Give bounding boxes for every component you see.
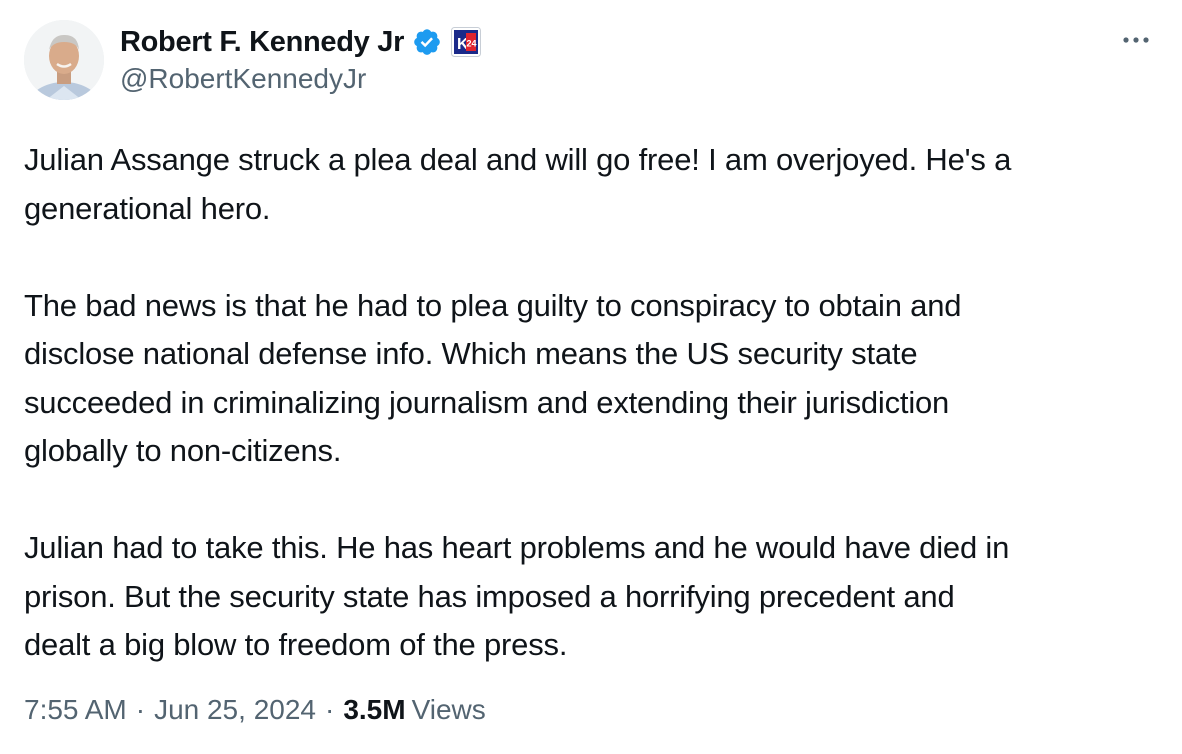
tweet-line: The bad news is that he had to plea guil… [24,287,962,323]
views-label: Views [411,694,486,725]
meta-separator: · [324,694,335,725]
tweet-text: Julian Assange struck a plea deal and wi… [24,136,1164,670]
author-handle[interactable]: @RobertKennedyJr [120,63,366,95]
tweet-paragraph: The bad news is that he had to plea guil… [24,282,1164,476]
views-count: 3.5M [343,694,406,725]
affiliation-badge-icon[interactable]: K 24 [451,27,482,57]
svg-text:24: 24 [467,39,477,49]
tweet-paragraph: Julian Assange struck a plea deal and wi… [24,136,1164,233]
avatar-image [24,20,104,100]
tweet-line: globally to non-citizens. [24,433,342,468]
tweet-line: disclose national defense info. Which me… [24,336,918,371]
meta-separator: · [135,694,146,725]
tweet-card: Robert F. Kennedy Jr K 24 @RobertKennedy… [0,0,1182,754]
more-horizontal-icon [1123,37,1149,43]
verified-badge-icon[interactable] [412,27,442,57]
tweet-line: Julian had to take this. He has heart pr… [24,530,1010,565]
tweet-time[interactable]: 7:55 AM [24,694,127,726]
tweet-line: prison. But the security state has impos… [24,578,955,614]
tweet-meta: 7:55 AM · Jun 25, 2024 · 3.5M Views [24,694,486,726]
more-options-button[interactable] [1116,24,1156,56]
avatar[interactable] [24,20,104,100]
tweet-line: Julian Assange struck a plea deal and wi… [24,142,1012,177]
tweet-date[interactable]: Jun 25, 2024 [154,694,316,726]
tweet-line: dealt a big blow to freedom of the press… [24,627,568,662]
author-name-row: Robert F. Kennedy Jr K 24 [120,22,482,62]
author-display-name[interactable]: Robert F. Kennedy Jr [120,26,404,59]
tweet-line: generational hero. [24,190,271,226]
tweet-line: succeeded in criminalizing journalism an… [24,384,950,420]
tweet-paragraph: Julian had to take this. He has heart pr… [24,524,1164,670]
